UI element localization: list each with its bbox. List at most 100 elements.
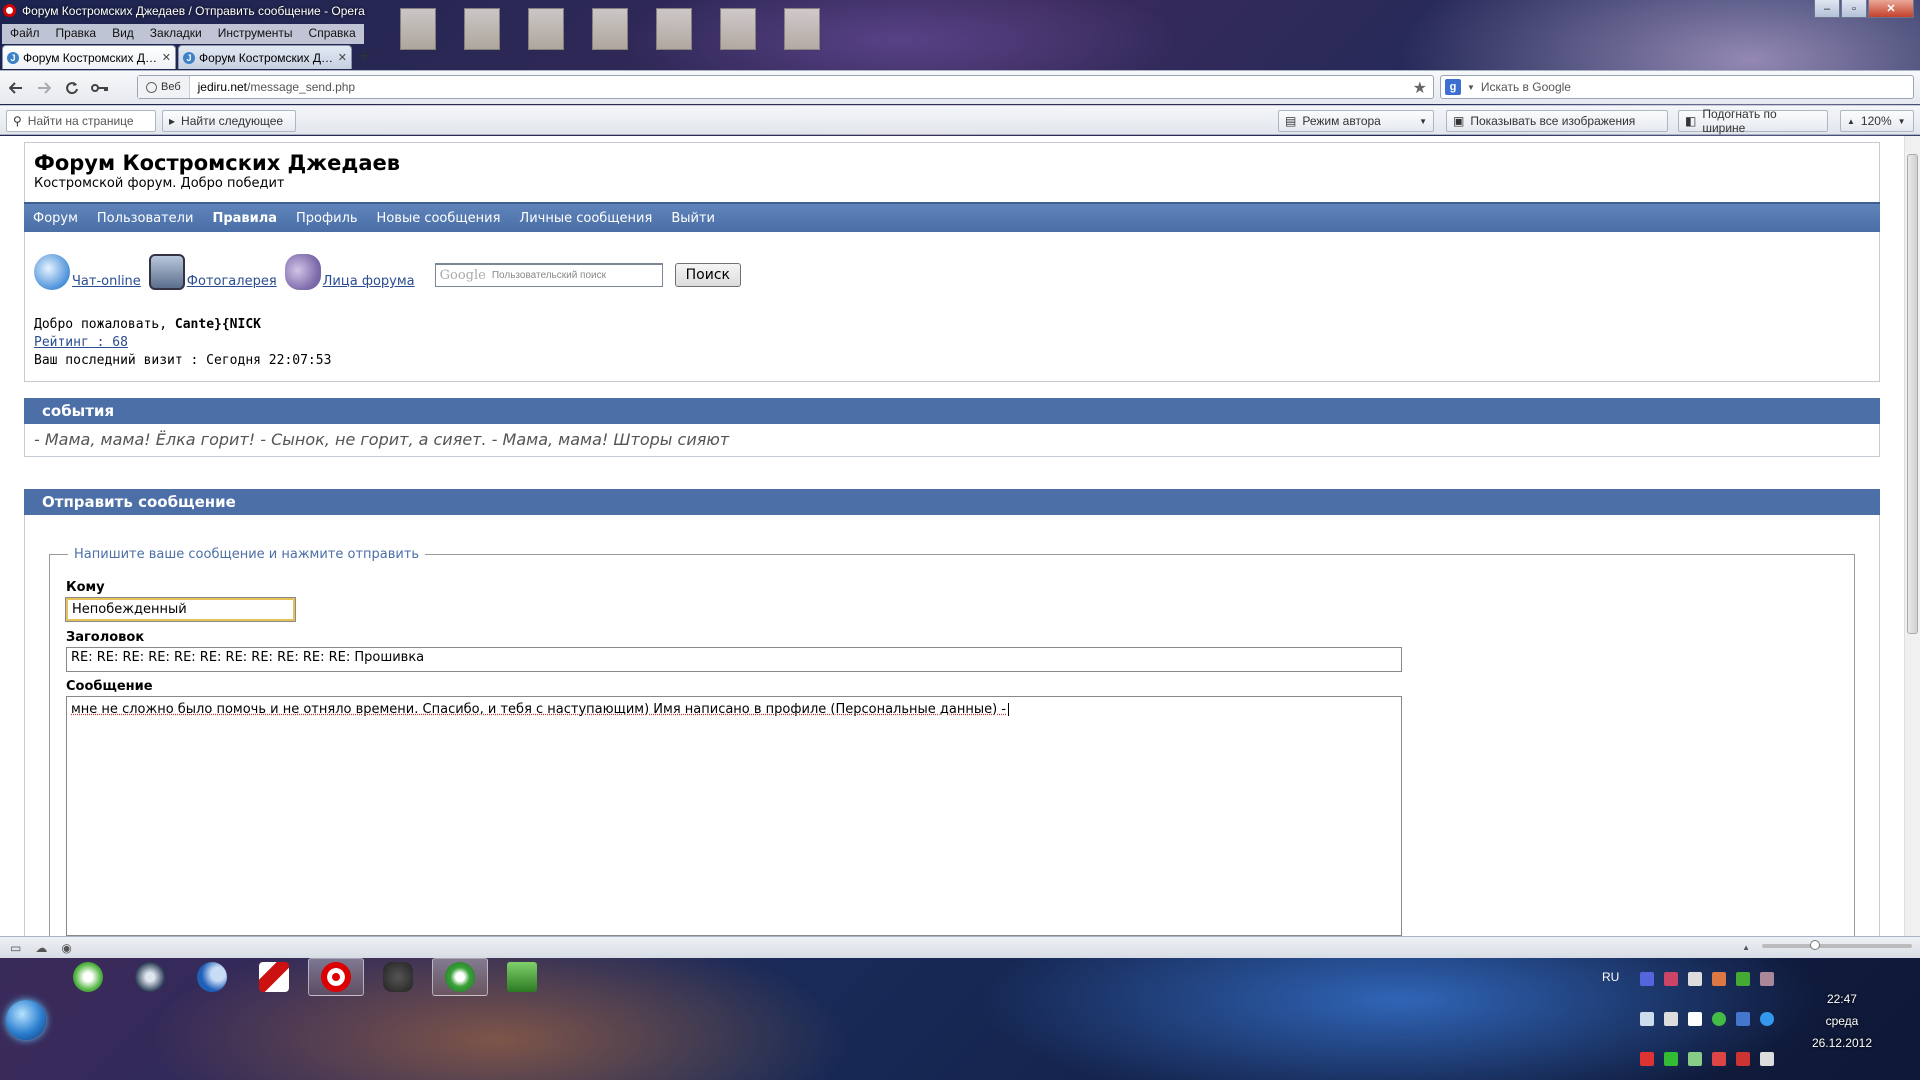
taskbar-app-opera[interactable]: [308, 958, 364, 996]
turbo-icon[interactable]: ◉: [61, 941, 71, 955]
tray-app-icon[interactable]: [1736, 1012, 1750, 1026]
clock-date: 26.12.2012: [1811, 1036, 1872, 1050]
tray-app-icon[interactable]: [1640, 1012, 1654, 1026]
address-bar[interactable]: Веб jediru.net/message_send.php ★: [137, 75, 1434, 99]
author-mode-select[interactable]: ▤ Режим автора ▼: [1278, 110, 1434, 132]
close-button[interactable]: ✕: [1868, 0, 1914, 18]
tab-forum[interactable]: J Форум Костромских Д… ✕: [178, 45, 352, 69]
nav-private-messages[interactable]: Личные сообщения: [519, 211, 652, 226]
tab-close-icon[interactable]: ✕: [338, 51, 347, 64]
scrollbar-thumb[interactable]: [1907, 154, 1918, 634]
new-tab-button[interactable]: +: [354, 45, 376, 67]
nav-forum[interactable]: Форум: [33, 211, 78, 226]
search-button[interactable]: Поиск: [674, 263, 741, 287]
show-images-button[interactable]: ▣ Показывать все изображения: [1446, 110, 1668, 132]
zoom-value: 120%: [1860, 114, 1892, 128]
taskbar-app-steam[interactable]: [122, 958, 178, 996]
web-badge[interactable]: Веб: [138, 76, 190, 98]
quicklink-faces[interactable]: Лица форума: [284, 254, 415, 290]
tray-app-icon[interactable]: [1712, 1052, 1726, 1066]
tray-app-icon[interactable]: [1760, 972, 1774, 986]
cloud-icon[interactable]: ☁: [35, 941, 47, 955]
nav-profile[interactable]: Профиль: [296, 211, 358, 226]
url-path: /message_send.php: [247, 80, 356, 94]
chevron-down-icon[interactable]: ▼: [1467, 83, 1475, 92]
fit-width-button[interactable]: ◧ Подогнать по ширине: [1678, 107, 1828, 135]
menu-bookmarks[interactable]: Закладки: [141, 24, 210, 44]
language-indicator[interactable]: RU: [1602, 970, 1619, 984]
desktop-file-icon: [528, 8, 564, 50]
tab-forum-active[interactable]: J Форум Костромских Д… ✕: [2, 45, 176, 69]
taskbar-app-kinect[interactable]: [494, 958, 550, 996]
zoom-slider-handle[interactable]: [1810, 940, 1820, 950]
subject-input[interactable]: RE: RE: RE: RE: RE: RE: RE: RE: RE: RE: …: [66, 647, 1402, 672]
tray-app-icon[interactable]: [1664, 972, 1678, 986]
search-placeholder: Искать в Google: [1480, 80, 1571, 94]
taskbar-app-utorrent[interactable]: [432, 958, 488, 996]
zoom-slider[interactable]: [1762, 940, 1912, 950]
minimize-button[interactable]: ‒: [1814, 0, 1840, 18]
tray-app-icon[interactable]: [1712, 972, 1726, 986]
google-custom-search-input[interactable]: Google Пользовательский поиск: [434, 263, 663, 287]
rating-link[interactable]: Рейтинг : 68: [34, 335, 128, 350]
taskbar-app-xbox[interactable]: [60, 958, 116, 996]
nav-new-messages[interactable]: Новые сообщения: [377, 211, 501, 226]
quicklink-chat-label[interactable]: Чат-online: [72, 274, 141, 289]
tray-app-icon[interactable]: [1736, 1052, 1750, 1066]
nav-rules[interactable]: Правила: [212, 211, 277, 226]
desktop-file-icon: [784, 8, 820, 50]
taskbar-app-wolf[interactable]: [370, 958, 426, 996]
site-favicon-icon: J: [7, 51, 19, 64]
quicklink-gallery[interactable]: Фотогалерея: [148, 254, 277, 290]
key-icon[interactable]: [88, 76, 112, 100]
clock[interactable]: 22:47 среда 26.12.2012: [1812, 988, 1872, 1054]
tab-close-icon[interactable]: ✕: [162, 51, 171, 64]
menu-file[interactable]: Файл: [2, 24, 48, 44]
reload-icon[interactable]: [60, 76, 84, 100]
bookmark-star-icon[interactable]: ★: [1413, 78, 1427, 98]
back-arrow-icon[interactable]: [4, 76, 28, 100]
network-icon[interactable]: [1688, 1052, 1702, 1066]
url-text[interactable]: jediru.net/message_send.php: [190, 80, 355, 94]
taskbar-app-qip[interactable]: [184, 958, 240, 996]
forum-page: Форум Костромских Джедаев Костромской фо…: [24, 142, 1880, 936]
recipient-input[interactable]: Непобежденный: [65, 597, 296, 622]
quicklink-faces-label[interactable]: Лица форума: [323, 274, 415, 289]
tray-app-icon[interactable]: [1736, 972, 1750, 986]
quicklink-chat[interactable]: Чат-online: [34, 254, 141, 290]
subject-label: Заголовок: [66, 630, 145, 645]
forward-arrow-icon[interactable]: [32, 76, 56, 100]
tray-app-icon[interactable]: [1688, 1012, 1702, 1026]
site-favicon-icon: J: [183, 51, 195, 64]
nav-logout[interactable]: Выйти: [671, 211, 715, 226]
panel-toggle-icon[interactable]: ▭: [10, 941, 21, 955]
google-engine-icon[interactable]: g: [1445, 79, 1461, 95]
tray-app-icon[interactable]: [1688, 972, 1702, 986]
menu-edit[interactable]: Правка: [47, 24, 105, 44]
tray-app-icon[interactable]: [1640, 972, 1654, 986]
start-button[interactable]: [6, 1000, 46, 1040]
desktop-file-icon: [464, 8, 500, 50]
zoom-select[interactable]: ▲ 120% ▼: [1840, 110, 1914, 132]
tray-app-icon[interactable]: [1760, 1012, 1774, 1026]
vertical-scrollbar[interactable]: [1904, 136, 1920, 936]
maximize-button[interactable]: ▫: [1841, 0, 1867, 18]
tray-app-icon[interactable]: [1664, 1012, 1678, 1026]
zoom-up-icon[interactable]: ▲: [1742, 943, 1750, 952]
menu-help[interactable]: Справка: [300, 24, 364, 44]
utorrent-tray-icon[interactable]: [1712, 1012, 1726, 1026]
nav-users[interactable]: Пользователи: [97, 211, 194, 226]
menu-tools[interactable]: Инструменты: [209, 24, 301, 44]
search-box[interactable]: g ▼ Искать в Google: [1440, 75, 1914, 99]
quicklink-gallery-label[interactable]: Фотогалерея: [187, 274, 277, 289]
forum-title: Форум Костромских Джедаев: [34, 151, 401, 175]
message-textarea[interactable]: мне не сложно было помочь и не отняло вр…: [66, 696, 1402, 936]
volume-icon[interactable]: [1760, 1052, 1774, 1066]
desktop-file-icon: [592, 8, 628, 50]
taskbar-app-kaspersky[interactable]: [246, 958, 302, 996]
find-on-page-input[interactable]: ⚲ Найти на странице: [6, 110, 156, 132]
find-next-button[interactable]: ▸ Найти следующее: [162, 110, 296, 132]
tray-app-icon[interactable]: [1664, 1052, 1678, 1066]
tray-app-icon[interactable]: [1640, 1052, 1654, 1066]
menu-view[interactable]: Вид: [104, 24, 142, 44]
